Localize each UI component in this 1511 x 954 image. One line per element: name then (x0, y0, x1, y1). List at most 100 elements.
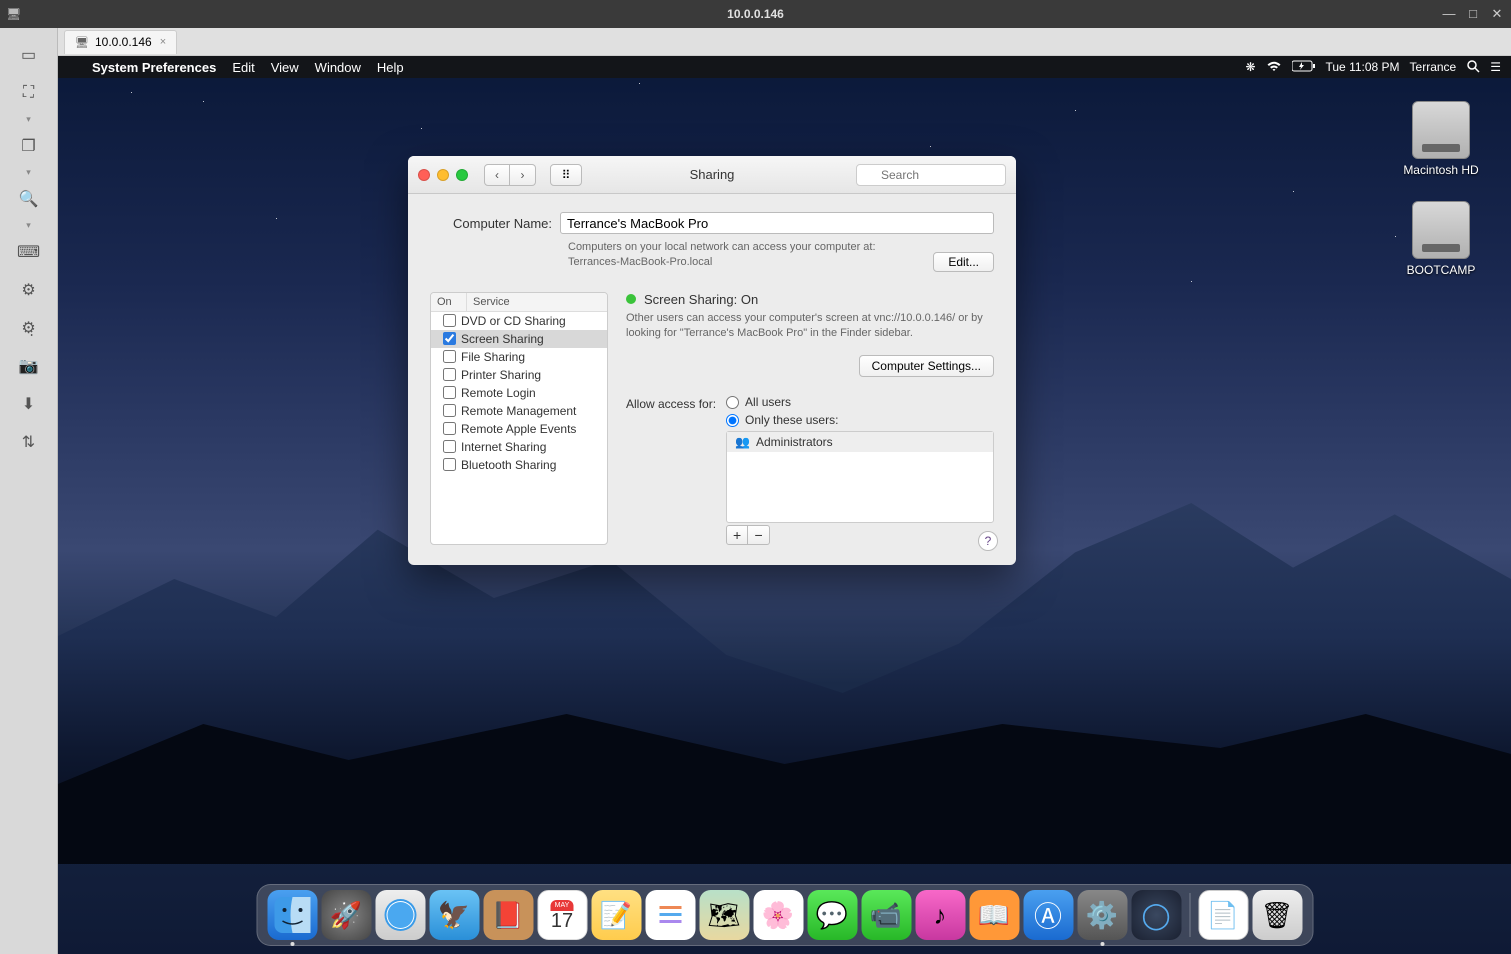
desktop-icon-macintosh-hd[interactable]: Macintosh HD (1401, 101, 1481, 177)
service-row[interactable]: Remote Login (431, 384, 607, 402)
host-left-toolbar: ▭ ⛶ ▾ ❐ ▾ 🔍 ▾ ⌨ ⚙ ⚙̣ 📷 ⬇ ⇅ (0, 28, 58, 954)
dock-safari[interactable] (375, 890, 425, 940)
computer-name-input[interactable] (560, 212, 994, 234)
dock-siri[interactable]: ◯ (1131, 890, 1181, 940)
dock-mail[interactable]: 🦅 (429, 890, 479, 940)
dock-system-preferences[interactable]: ⚙️ (1077, 890, 1127, 940)
monitor-icon: 🖥 (75, 36, 89, 49)
access-label: Allow access for: (626, 395, 716, 545)
minimize-window-icon[interactable] (437, 169, 449, 181)
service-row[interactable]: Remote Apple Events (431, 420, 607, 438)
dock-launchpad[interactable]: 🚀 (321, 890, 371, 940)
battery-icon[interactable] (1292, 60, 1316, 75)
menubar-user[interactable]: Terrance (1410, 60, 1457, 74)
close-window-icon[interactable] (418, 169, 430, 181)
dock-messages[interactable]: 💬 (807, 890, 857, 940)
service-label: Screen Sharing (461, 332, 544, 346)
zoom-icon[interactable]: 🔍 (18, 190, 40, 208)
dock-appstore[interactable]: Ⓐ (1023, 890, 1073, 940)
menu-view[interactable]: View (263, 60, 307, 75)
service-checkbox[interactable] (443, 404, 456, 417)
dock-ibooks[interactable]: 📖 (969, 890, 1019, 940)
app-menu[interactable]: System Preferences (84, 60, 224, 75)
service-row[interactable]: Remote Management (431, 402, 607, 420)
user-row: 👥 Administrators (727, 432, 993, 452)
service-label: Remote Management (461, 404, 576, 418)
help-button[interactable]: ? (978, 531, 998, 551)
dock-maps[interactable]: 🗺 (699, 890, 749, 940)
wifi-icon[interactable] (1266, 60, 1282, 75)
service-checkbox[interactable] (443, 350, 456, 363)
add-user-button[interactable]: + (726, 525, 748, 545)
maximize-button[interactable]: □ (1465, 6, 1481, 22)
menu-edit[interactable]: Edit (224, 60, 262, 75)
transfer-icon[interactable]: ⇅ (18, 433, 40, 451)
desktop-icon-label: Macintosh HD (1401, 163, 1481, 177)
menu-help[interactable]: Help (369, 60, 412, 75)
spotlight-icon[interactable] (1466, 59, 1480, 76)
traffic-lights (418, 169, 468, 181)
service-row[interactable]: Printer Sharing (431, 366, 607, 384)
fit-window-icon[interactable]: ⛶ (18, 84, 40, 102)
service-checkbox[interactable] (443, 368, 456, 381)
service-checkbox[interactable] (443, 440, 456, 453)
preferences-window: ‹ › ⠿ Sharing 🔍 Computer Name: Co (408, 156, 1016, 565)
dock-facetime[interactable]: 📹 (861, 890, 911, 940)
dock-document[interactable]: 📄 (1198, 890, 1248, 940)
minimize-button[interactable]: — (1441, 6, 1457, 22)
radio-all-users[interactable] (726, 396, 739, 409)
tab-close-icon[interactable]: × (160, 36, 166, 48)
dock-reminders[interactable] (645, 890, 695, 940)
menubar-clock[interactable]: Tue 11:08 PM (1326, 60, 1400, 74)
windowed-icon[interactable]: ❐ (18, 137, 40, 155)
service-checkbox[interactable] (443, 314, 456, 327)
zoom-window-icon[interactable] (456, 169, 468, 181)
dock-notes[interactable]: 📝 (591, 890, 641, 940)
search-input[interactable] (856, 164, 1006, 186)
menu-window[interactable]: Window (307, 60, 369, 75)
show-all-button[interactable]: ⠿ (550, 164, 582, 186)
remove-user-button[interactable]: − (748, 525, 770, 545)
dock-itunes[interactable]: ♪ (915, 890, 965, 940)
status-dot-icon (626, 294, 636, 304)
dock-photos[interactable]: 🌸 (753, 890, 803, 940)
service-row[interactable]: DVD or CD Sharing (431, 312, 607, 330)
service-checkbox[interactable] (443, 422, 456, 435)
forward-button[interactable]: › (510, 164, 536, 186)
notification-center-icon[interactable]: ☰ (1490, 60, 1501, 74)
remote-desktop: System Preferences Edit View Window Help… (58, 56, 1511, 954)
service-label: Bluetooth Sharing (461, 458, 556, 472)
fullscreen-icon[interactable]: ▭ (18, 46, 40, 64)
edit-hostname-button[interactable]: Edit... (933, 252, 994, 272)
close-button[interactable]: ✕ (1489, 6, 1505, 22)
service-row[interactable]: Internet Sharing (431, 438, 607, 456)
desktop-icon-bootcamp[interactable]: BOOTCAMP (1401, 201, 1481, 277)
radio-only-users[interactable] (726, 414, 739, 427)
dock-trash[interactable]: 🗑 (1252, 890, 1302, 940)
gears-icon[interactable]: ⚙̣ (18, 319, 40, 337)
gear-icon[interactable]: ⚙ (18, 281, 40, 299)
dock-contacts[interactable]: 📕 (483, 890, 533, 940)
status-help: Other users can access your computer's s… (626, 311, 994, 342)
service-label: Remote Login (461, 386, 536, 400)
service-checkbox[interactable] (443, 332, 456, 345)
dock-finder[interactable] (267, 890, 317, 940)
service-row[interactable]: Bluetooth Sharing (431, 456, 607, 474)
service-row[interactable]: File Sharing (431, 348, 607, 366)
service-checkbox[interactable] (443, 386, 456, 399)
host-title: 10.0.0.146 (727, 7, 784, 21)
menulet-icon[interactable]: ❋ (1245, 60, 1255, 74)
users-list[interactable]: 👥 Administrators (726, 431, 994, 523)
screenshot-icon[interactable]: 📷 (18, 357, 40, 375)
computer-settings-button[interactable]: Computer Settings... (859, 355, 994, 377)
back-button[interactable]: ‹ (484, 164, 510, 186)
connection-tab[interactable]: 🖥 10.0.0.146 × (64, 30, 177, 54)
dock-calendar[interactable]: MAY17 (537, 890, 587, 940)
download-icon[interactable]: ⬇ (18, 395, 40, 413)
dock: 🚀 🦅 📕 MAY17 📝 🗺 🌸 💬 📹 ♪ 📖 Ⓐ ⚙️ ◯ 📄 🗑 (256, 884, 1313, 946)
desktop-icon-label: BOOTCAMP (1401, 263, 1481, 277)
keyboard-icon[interactable]: ⌨ (18, 243, 40, 261)
local-name-help1: Computers on your local network can acce… (568, 240, 994, 255)
service-checkbox[interactable] (443, 458, 456, 471)
service-row[interactable]: Screen Sharing (431, 330, 607, 348)
